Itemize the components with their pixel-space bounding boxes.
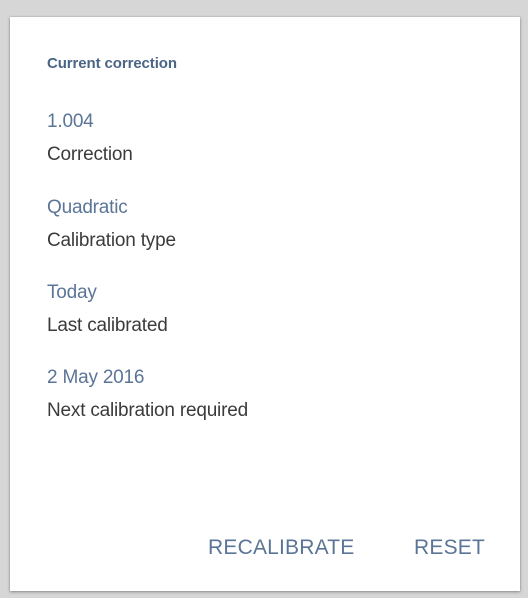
calibration-type-field: Quadratic Calibration type [47, 196, 176, 253]
correction-label: Correction [47, 144, 133, 165]
next-calibration-label: Next calibration required [47, 400, 248, 421]
correction-value: 1.004 [47, 111, 94, 132]
section-title: Current correction [47, 55, 177, 72]
reset-button[interactable]: RESET [410, 531, 489, 565]
last-calibrated-label: Last calibrated [47, 315, 168, 336]
last-calibrated-field: Today Last calibrated [47, 281, 168, 338]
next-calibration-field: 2 May 2016 Next calibration required [47, 366, 248, 423]
calibration-type-value: Quadratic [47, 197, 128, 218]
recalibrate-button[interactable]: RECALIBRATE [204, 531, 359, 565]
calibration-type-label: Calibration type [47, 230, 176, 251]
next-calibration-value: 2 May 2016 [47, 367, 145, 388]
correction-card: Current correction 1.004 Correction Quad… [10, 17, 520, 591]
correction-field: 1.004 Correction [47, 110, 133, 167]
last-calibrated-value: Today [47, 282, 97, 303]
